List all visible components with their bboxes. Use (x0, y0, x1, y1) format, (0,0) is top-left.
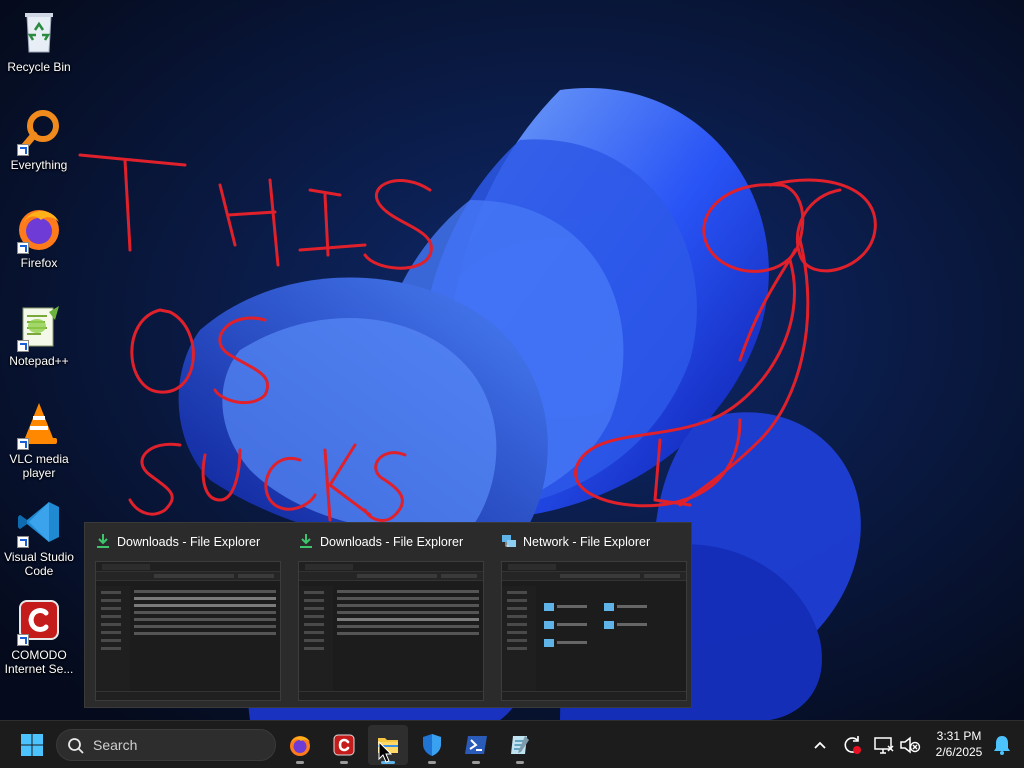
mouse-pointer-icon (378, 741, 392, 763)
shortcut-arrow-icon (17, 438, 29, 450)
window-thumbnail (95, 561, 281, 701)
preview-window-network[interactable]: Network - File Explorer (491, 523, 687, 705)
desktop-icon-firefox[interactable]: Firefox (0, 198, 78, 270)
chevron-up-icon (814, 741, 826, 749)
powershell-icon (465, 736, 487, 754)
windows-start-icon (21, 734, 43, 756)
taskbar-thumbnail-previews: Downloads - File Explorer Downloads - Fi… (84, 522, 692, 708)
comodo-icon (333, 734, 355, 756)
shortcut-arrow-icon (17, 242, 29, 254)
taskbar-app-notepad[interactable] (500, 725, 540, 765)
shortcut-arrow-icon (17, 536, 29, 548)
network-disconnected-icon (874, 737, 894, 754)
notepad-plus-plus-icon (15, 302, 63, 352)
sync-alert-icon (844, 736, 861, 754)
taskbar-app-powershell[interactable] (456, 725, 496, 765)
shortcut-arrow-icon (17, 144, 29, 156)
comodo-icon (15, 596, 63, 646)
desktop-icon-recycle-bin[interactable]: Recycle Bin (0, 2, 78, 74)
tray-sync-alert[interactable] (840, 733, 864, 757)
preview-title: Network - File Explorer (523, 535, 651, 549)
desktop-icon-everything[interactable]: Everything (0, 100, 78, 172)
start-button[interactable] (12, 725, 52, 765)
desktop-icon-label: Recycle Bin (7, 60, 71, 74)
shield-icon (423, 734, 441, 756)
volume-muted-icon (900, 736, 921, 754)
taskbar-app-firefox[interactable] (280, 725, 320, 765)
vlc-icon (15, 400, 63, 450)
firefox-icon (15, 204, 63, 254)
desktop-icon-notepad-plus-plus[interactable]: Notepad++ (0, 296, 78, 368)
search-placeholder: Search (93, 737, 138, 753)
taskbar-search-box[interactable]: Search (56, 729, 276, 761)
clock-date: 2/6/2025 (935, 745, 983, 759)
window-thumbnail (298, 561, 484, 701)
tray-volume[interactable] (898, 733, 922, 757)
download-icon (97, 534, 109, 548)
preview-title: Downloads - File Explorer (117, 535, 261, 549)
window-thumbnail (501, 561, 687, 701)
taskbar: Search 3:31 PM 2/6/2025 (0, 720, 1024, 768)
notepad-icon (511, 736, 529, 754)
desktop-icon-label: VLC media player (9, 452, 69, 480)
desktop-icon-comodo[interactable]: COMODO Internet Se... (0, 590, 78, 676)
desktop-icon-vlc[interactable]: VLC media player (0, 394, 78, 480)
clock-time: 3:31 PM (936, 729, 982, 743)
desktop-icon-label: Firefox (20, 256, 58, 270)
download-icon (300, 534, 312, 548)
firefox-icon (290, 736, 310, 756)
preview-title: Downloads - File Explorer (320, 535, 464, 549)
desktop-icon-label: Everything (10, 158, 68, 172)
desktop-icon-label: COMODO Internet Se... (4, 648, 74, 676)
taskbar-app-comodo[interactable] (324, 725, 364, 765)
search-icon (68, 738, 84, 754)
taskbar-clock[interactable]: 3:31 PM 2/6/2025 (926, 728, 992, 760)
everything-search-icon (15, 106, 63, 156)
tray-network[interactable] (872, 733, 896, 757)
preview-window-downloads-1[interactable]: Downloads - File Explorer (85, 523, 281, 705)
vscode-icon (15, 498, 63, 548)
desktop-icon-label: Visual Studio Code (4, 550, 74, 578)
preview-window-downloads-2[interactable]: Downloads - File Explorer (288, 523, 484, 705)
shortcut-arrow-icon (17, 340, 29, 352)
desktop-icon-vscode[interactable]: Visual Studio Code (0, 492, 78, 578)
taskbar-app-windows-security[interactable] (412, 725, 452, 765)
shortcut-arrow-icon (17, 634, 29, 646)
show-hidden-icons-button[interactable] (808, 733, 832, 757)
network-icon (502, 535, 516, 547)
notification-bell-icon (994, 736, 1010, 755)
desktop-icon-label: Notepad++ (9, 354, 69, 368)
notification-center-button[interactable] (990, 733, 1014, 757)
recycle-bin-icon (15, 8, 63, 56)
